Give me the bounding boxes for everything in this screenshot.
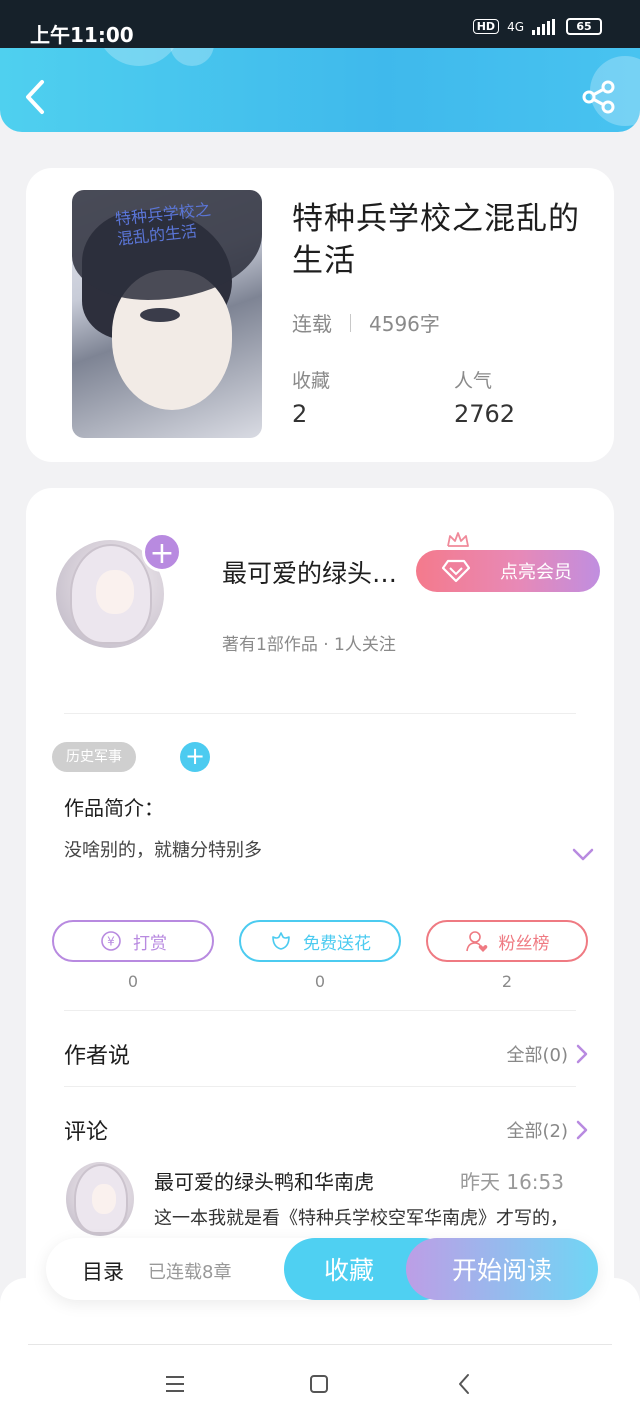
- intro-text: 没啥别的，就糖分特别多: [64, 840, 262, 861]
- chevron-right-icon: [576, 1120, 588, 1140]
- comment-author[interactable]: 最可爱的绿头鸭和华南虎: [154, 1166, 394, 1195]
- book-details-card: + 最可爱的绿头鸭和华南虎 点亮会员 著有1部作品 · 1人关注 历史军事 + …: [26, 488, 614, 1318]
- status-time: 上午11:00: [30, 23, 134, 47]
- meta-divider: [350, 313, 351, 332]
- nav-back-icon[interactable]: [450, 1370, 480, 1398]
- author-says-more-label: 全部(0): [506, 1045, 569, 1066]
- favorites-value: 2: [292, 400, 308, 428]
- author-name[interactable]: 最可爱的绿头鸭和华南虎: [222, 554, 422, 590]
- cover-art-eye: [140, 308, 180, 322]
- start-reading-button[interactable]: 开始阅读: [406, 1238, 598, 1300]
- comment-time: 昨天 16:53: [460, 1170, 564, 1194]
- collect-label: 收藏: [323, 1256, 374, 1285]
- avatar-art-face: [96, 570, 134, 614]
- signal-icon: [532, 18, 555, 35]
- book-info-card: 特种兵学校之混乱的生活 特种兵学校之混乱的生活 连载 4596字 收藏 2 人气…: [26, 168, 614, 462]
- avatar-art-face: [92, 1184, 116, 1214]
- book-meta: 连载 4596字: [292, 308, 440, 337]
- book-word-count: 4596字: [369, 312, 440, 336]
- chevron-down-icon[interactable]: [572, 848, 594, 862]
- comments-more-link[interactable]: 全部(2): [507, 1117, 589, 1143]
- home-icon[interactable]: [304, 1370, 334, 1398]
- book-cover[interactable]: 特种兵学校之混乱的生活: [72, 190, 262, 438]
- fan-ranking-label: 粉丝榜: [498, 933, 550, 954]
- divider: [64, 1010, 576, 1011]
- divider: [64, 1086, 576, 1087]
- flower-count: 0: [314, 972, 326, 991]
- network-label: 4G: [507, 19, 524, 34]
- diamond-icon: [442, 559, 470, 583]
- author-says-title: 作者说: [64, 1044, 131, 1069]
- intro-title: 作品简介：: [64, 796, 164, 820]
- menu-icon[interactable]: [160, 1370, 190, 1398]
- toc-button[interactable]: 目录: [82, 1256, 124, 1286]
- crown-icon: [447, 532, 469, 547]
- tip-count: 0: [127, 972, 139, 991]
- follow-author-button[interactable]: +: [142, 532, 182, 572]
- tip-label: 打赏: [133, 933, 167, 954]
- battery-indicator: 65: [566, 18, 602, 35]
- divider: [64, 713, 576, 714]
- send-flower-label: 免费送花: [303, 933, 371, 954]
- fan-ranking-button[interactable]: 粉丝榜: [426, 920, 588, 962]
- comments-title: 评论: [64, 1120, 109, 1145]
- chevron-right-icon: [576, 1044, 588, 1064]
- toc-chapter-count[interactable]: 已连载8章: [148, 1258, 231, 1284]
- navbar-divider: [28, 1344, 612, 1345]
- app-header: 上午11:00 HD 4G 65: [0, 0, 640, 132]
- back-icon[interactable]: [20, 78, 52, 116]
- tip-button[interactable]: ¥ 打赏: [52, 920, 214, 962]
- author-says-more-link[interactable]: 全部(0): [507, 1041, 589, 1067]
- send-flower-button[interactable]: 免费送花: [239, 920, 401, 962]
- comments-more-label: 全部(2): [506, 1121, 569, 1142]
- vip-label: 点亮会员: [500, 562, 572, 583]
- fan-icon: [465, 931, 487, 952]
- author-stats: 著有1部作品 · 1人关注: [222, 635, 396, 655]
- bottom-action-bar: 目录 已连载8章 收藏 开始阅读: [46, 1238, 598, 1300]
- hd-badge: HD: [472, 19, 500, 34]
- category-tag[interactable]: 历史军事: [52, 742, 136, 772]
- vip-button[interactable]: 点亮会员: [416, 550, 600, 592]
- fan-count: 2: [501, 972, 513, 991]
- status-icons: HD 4G 65: [472, 18, 602, 35]
- flower-icon: [272, 932, 290, 950]
- share-icon[interactable]: [582, 80, 616, 114]
- book-status: 连载: [292, 312, 332, 336]
- favorites-label: 收藏: [292, 370, 331, 392]
- yen-icon: ¥: [101, 931, 121, 951]
- popularity-value: 2762: [454, 400, 516, 428]
- comment-avatar[interactable]: [66, 1162, 134, 1236]
- svg-text:¥: ¥: [107, 935, 115, 949]
- add-tag-button[interactable]: +: [180, 742, 210, 772]
- popularity-label: 人气: [454, 370, 493, 392]
- book-title: 特种兵学校之混乱的生活: [292, 201, 580, 279]
- start-reading-label: 开始阅读: [451, 1256, 552, 1285]
